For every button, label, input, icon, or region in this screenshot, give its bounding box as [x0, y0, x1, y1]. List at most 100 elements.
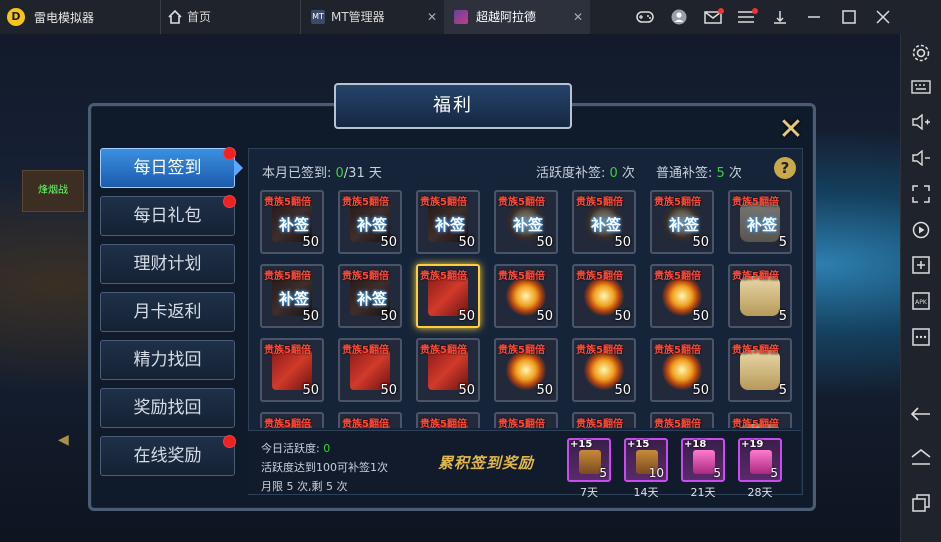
signin-day-cell[interactable]: 贵族5翻倍 50 补签: [260, 190, 324, 254]
back-icon[interactable]: [910, 405, 932, 427]
left-scroll-arrow-icon[interactable]: ◀: [58, 432, 69, 448]
noble-double-tag: 贵族5翻倍: [576, 271, 623, 282]
record-icon[interactable]: [910, 221, 932, 243]
app-name: 雷电模拟器: [34, 11, 95, 25]
emulator-titlebar: D 雷电模拟器 首页 MT MT管理器 ✕ 超越阿拉德 ✕: [0, 0, 941, 35]
fullscreen-icon[interactable]: [910, 185, 932, 207]
noble-double-tag: 贵族5翻倍: [654, 271, 701, 282]
cumulative-reward-item[interactable]: +18 5: [681, 438, 725, 482]
menu-item-3[interactable]: 月卡返利: [100, 292, 235, 332]
signin-day-cell[interactable]: 贵族5翻倍 50 补签: [650, 190, 714, 254]
noble-double-tag: 贵族5翻倍: [342, 345, 389, 356]
signin-day-cell[interactable]: 贵族5翻倍 50 补签: [260, 264, 324, 328]
item-quantity: 50: [536, 309, 553, 324]
menu-badge: [752, 8, 758, 14]
noble-double-tag: 贵族5翻倍: [732, 345, 779, 356]
resign-stamp: 补签: [278, 216, 309, 234]
add-app-icon[interactable]: [910, 256, 932, 278]
close-window-icon[interactable]: [868, 0, 898, 34]
menu-item-label: 在线奖励: [133, 446, 202, 466]
menu-item-2[interactable]: 理财计划: [100, 244, 235, 284]
close-tab-icon[interactable]: ✕: [573, 0, 583, 34]
volume-down-icon[interactable]: [910, 149, 932, 172]
signin-day-cell[interactable]: 贵族5翻倍 50: [416, 264, 480, 328]
noble-double-tag: 贵族5翻倍: [420, 419, 467, 428]
item-quantity: 50: [692, 383, 709, 398]
signin-day-cell[interactable]: 贵族5翻倍 5: [728, 264, 792, 328]
apk-install-icon[interactable]: APK: [910, 292, 932, 314]
minimize-icon[interactable]: [799, 0, 829, 34]
signin-day-cell[interactable]: 贵族5翻倍: [494, 412, 558, 428]
signin-day-cell[interactable]: 贵族5翻倍 50: [572, 264, 636, 328]
signin-day-cell[interactable]: 贵族5翻倍 50 补签: [572, 190, 636, 254]
user-avatar-icon[interactable]: [664, 0, 694, 34]
keyboard-icon[interactable]: [910, 78, 932, 100]
recent-apps-icon[interactable]: [910, 494, 932, 516]
close-tab-icon[interactable]: ✕: [427, 0, 437, 34]
cumulative-reward-item[interactable]: +15 5: [567, 438, 611, 482]
menu-item-4[interactable]: 精力找回: [100, 340, 235, 380]
signin-day-cell[interactable]: 贵族5翻倍 50: [650, 338, 714, 402]
active-menu-arrow-icon: [234, 159, 243, 177]
help-button[interactable]: ?: [774, 157, 796, 179]
signin-day-cell[interactable]: 贵族5翻倍: [260, 412, 324, 428]
more-icon[interactable]: [910, 328, 932, 350]
item-quantity: 50: [380, 383, 397, 398]
minimize-to-tray-icon[interactable]: [765, 0, 795, 34]
signin-day-cell[interactable]: 贵族5翻倍 50: [650, 264, 714, 328]
signin-day-cell[interactable]: 贵族5翻倍 50: [494, 338, 558, 402]
menu-item-6[interactable]: 在线奖励: [100, 435, 236, 476]
signin-day-cell[interactable]: 贵族5翻倍 5: [728, 338, 792, 402]
menu-item-0[interactable]: 每日签到: [100, 147, 236, 188]
tab-mt-manager[interactable]: MT MT管理器 ✕: [300, 0, 444, 34]
noble-double-tag: 贵族5翻倍: [342, 271, 389, 282]
signin-day-cell[interactable]: 贵族5翻倍 50: [572, 338, 636, 402]
signin-day-cell[interactable]: 贵族5翻倍 5 补签: [728, 190, 792, 254]
activity-resign-count: 活跃度补签: 0 次: [536, 166, 635, 181]
signin-day-cell[interactable]: 贵族5翻倍 50 补签: [416, 190, 480, 254]
month-signin-count: 本月已签到: 0/31 天: [262, 166, 382, 181]
tab-game[interactable]: 超越阿拉德 ✕: [444, 0, 590, 34]
signin-day-cell[interactable]: 贵族5翻倍: [416, 412, 480, 428]
menu-item-label: 奖励找回: [133, 398, 202, 418]
signin-day-cell[interactable]: 贵族5翻倍 50 补签: [338, 190, 402, 254]
reward-day-label: 14天: [633, 486, 659, 499]
close-panel-button[interactable]: ✕: [773, 112, 809, 148]
signin-day-cell[interactable]: 贵族5翻倍: [572, 412, 636, 428]
equipment-icon: [693, 450, 715, 474]
item-quantity: 50: [536, 235, 553, 250]
menu-item-5[interactable]: 奖励找回: [100, 388, 235, 428]
tab-home[interactable]: 首页: [160, 0, 301, 34]
gamepad-icon[interactable]: [630, 0, 660, 34]
signin-day-cell[interactable]: 贵族5翻倍: [338, 412, 402, 428]
signin-day-cell[interactable]: 贵族5翻倍: [728, 412, 792, 428]
signin-day-cell[interactable]: 贵族5翻倍: [650, 412, 714, 428]
signin-day-cell[interactable]: 贵族5翻倍 50: [338, 338, 402, 402]
cumulative-reward-item[interactable]: +19 5: [738, 438, 782, 482]
signin-day-cell[interactable]: 贵族5翻倍 50 补签: [494, 190, 558, 254]
signin-day-cell[interactable]: 贵族5翻倍 50 补签: [338, 264, 402, 328]
maximize-icon[interactable]: [834, 0, 864, 34]
item-quantity: 5: [778, 235, 787, 250]
item-quantity: 50: [458, 383, 475, 398]
resign-stamp: 补签: [356, 290, 387, 308]
panel-title: 福利: [433, 95, 473, 116]
reward-day-label: 28天: [747, 486, 773, 499]
cumulative-reward-item[interactable]: +15 10: [624, 438, 668, 482]
settings-gear-icon[interactable]: [910, 43, 932, 65]
volume-up-icon[interactable]: [910, 113, 932, 136]
signin-day-cell[interactable]: 贵族5翻倍 50: [260, 338, 324, 402]
signin-day-cell[interactable]: 贵族5翻倍 50: [416, 338, 480, 402]
reward-quantity: 5: [770, 466, 778, 480]
menu-item-label: 精力找回: [133, 350, 202, 370]
resign-stamp: 补签: [356, 216, 387, 234]
signin-day-cell[interactable]: 贵族5翻倍 50: [494, 264, 558, 328]
menu-item-1[interactable]: 每日礼包: [100, 195, 236, 236]
home-nav-icon[interactable]: [910, 448, 932, 471]
noble-double-tag: 贵族5翻倍: [342, 197, 389, 208]
menu-icon[interactable]: [731, 0, 761, 34]
item-quantity: 50: [458, 309, 475, 324]
red-dot-badge: [223, 195, 236, 208]
mail-icon[interactable]: [698, 0, 728, 34]
reward-quantity: 5: [713, 466, 721, 480]
